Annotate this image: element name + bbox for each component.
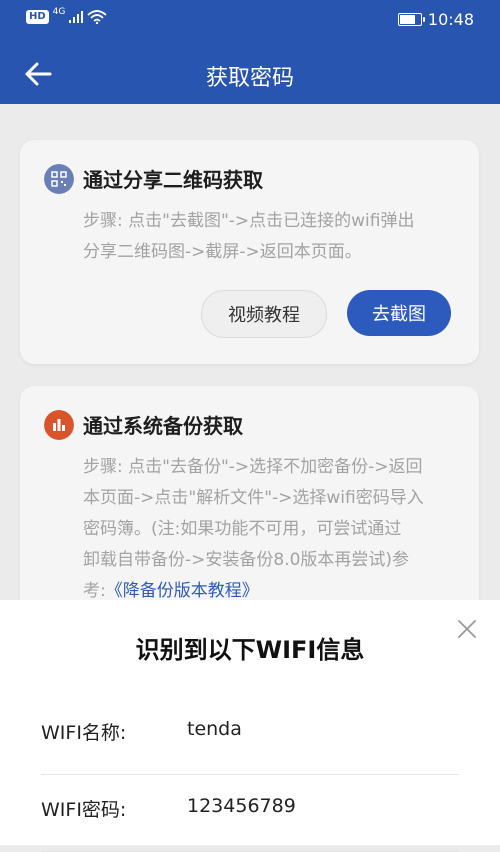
wifi-name-row: WIFI名称: tenda	[41, 698, 459, 775]
card-title-qr: 通过分享二维码获取	[83, 168, 263, 192]
video-tutorial-button[interactable]: 视频教程	[201, 290, 327, 338]
card-desc-qr: 步骤: 点击"去截图"->点击已连接的wifi弹出 分享二维码图->截屏->返回…	[83, 206, 467, 268]
wifi-password-label: WIFI密码:	[41, 799, 127, 821]
signal-icon	[69, 11, 84, 23]
wifi-name-value: tenda	[187, 718, 242, 740]
desc-line: 本页面->点击"解析文件"->选择wifi密码导入	[83, 488, 424, 508]
hd-badge: HD	[26, 10, 49, 24]
bar-chart-icon	[44, 410, 74, 440]
desc-prefix: 考:	[83, 581, 106, 601]
qr-share-card: 通过分享二维码获取 步骤: 点击"去截图"->点击已连接的wifi弹出 分享二维…	[20, 140, 479, 364]
wifi-icon	[87, 10, 107, 24]
clock: 10:48	[427, 10, 474, 29]
battery-icon	[397, 13, 425, 26]
desc-line: 卸载自带备份->安装备份8.0版本再尝试)参	[83, 550, 410, 570]
wifi-password-row: WIFI密码: 123456789	[41, 775, 459, 852]
downgrade-tutorial-link[interactable]: 《降备份版本教程》	[106, 581, 259, 601]
card-title-backup: 通过系统备份获取	[83, 414, 243, 438]
desc-line: 步骤: 点击"去备份"->选择不加密备份->返回	[83, 457, 423, 477]
close-icon[interactable]	[454, 616, 480, 642]
network-type: 4G	[52, 7, 66, 17]
desc-line: 密码簿。(注:如果功能不可用，可尝试通过	[83, 519, 402, 539]
status-right: 10:48	[397, 10, 474, 29]
card-desc-backup: 步骤: 点击"去备份"->选择不加密备份->返回 本页面->点击"解析文件"->…	[83, 452, 467, 607]
wifi-name-label: WIFI名称:	[41, 722, 127, 744]
wifi-password-value: 123456789	[187, 795, 296, 817]
page-title: 获取密码	[205, 66, 294, 91]
desc-line: 分享二维码图->截屏->返回本页面。	[83, 242, 362, 262]
wifi-info-sheet: 识别到以下WIFI信息 WIFI名称: tenda WIFI密码: 123456…	[0, 600, 500, 852]
screenshot-button[interactable]: 去截图	[347, 290, 451, 336]
status-left: HD 4G	[26, 7, 107, 24]
status-bar: HD 4G 10:48	[0, 0, 500, 40]
app-header: HD 4G 10:48 获取密码	[0, 0, 500, 104]
qr-code-icon	[44, 164, 74, 194]
desc-line: 步骤: 点击"去截图"->点击已连接的wifi弹出	[83, 211, 415, 231]
sheet-title: 识别到以下WIFI信息	[135, 636, 365, 664]
